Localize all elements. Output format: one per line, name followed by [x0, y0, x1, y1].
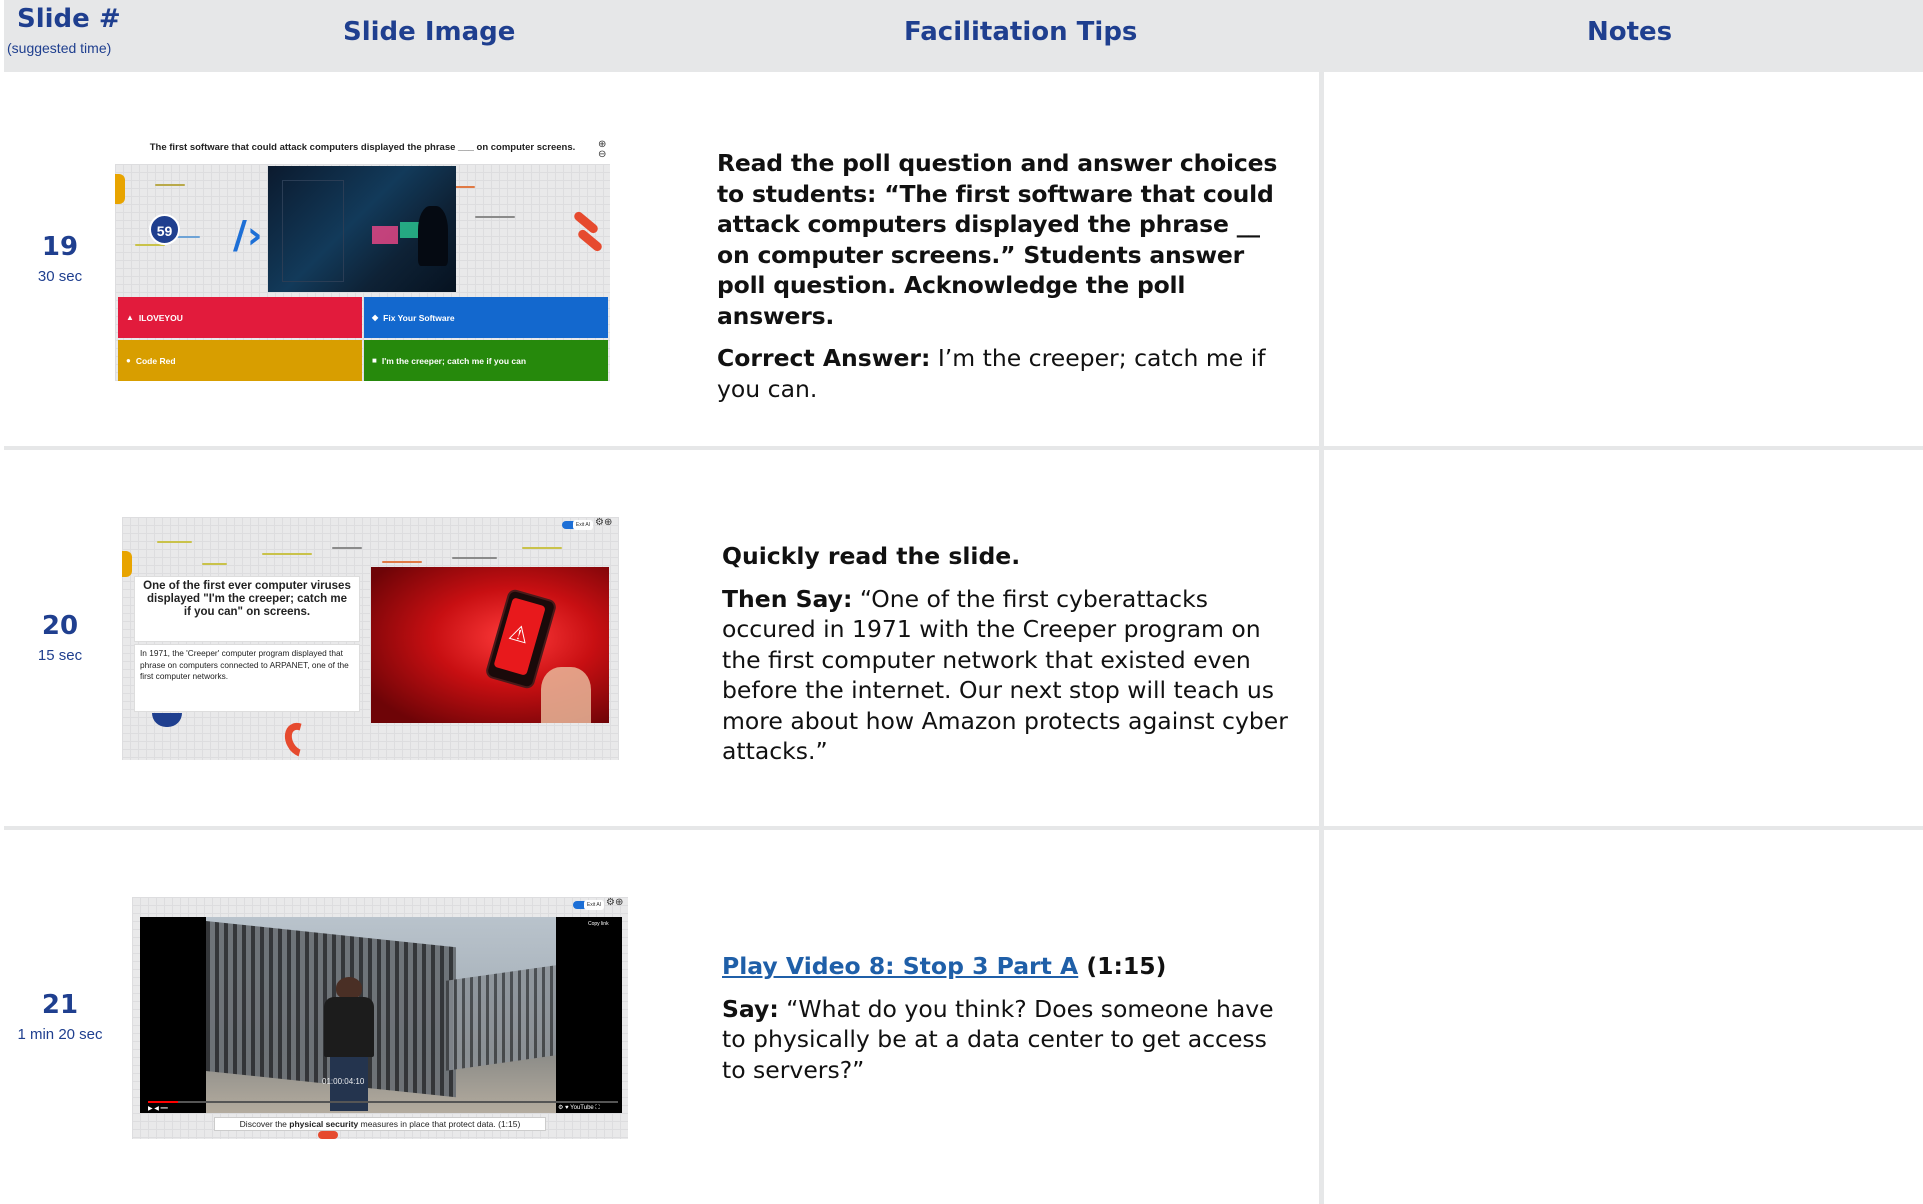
video-player[interactable]: 01:00:04:10 ▶ ◀ ━━ ⚙ ♥ YouTube ⛶ Copy li… — [140, 917, 622, 1113]
video-duration: (1:15) — [1078, 952, 1167, 980]
decorative-shape-icon — [570, 210, 604, 254]
brand-slash-icon: /› — [233, 213, 263, 257]
zoom-controls-icon: ⊕ ⊖ — [598, 139, 607, 160]
facilitation-tip: Quickly read the slide. Then Say: “One o… — [722, 541, 1292, 779]
facilitation-tip: Play Video 8: Stop 3 Part A (1:15) Say: … — [722, 951, 1292, 1097]
facilitation-tip: Read the poll question and answer choice… — [717, 148, 1287, 416]
col-slide-number-subheader: (suggested time) — [7, 40, 112, 56]
col-notes-header: Notes — [1587, 17, 1673, 47]
slide-thumbnail: Exit AI ⚙⊕ 01:00:04:10 ▶ ◀ ━━ ⚙ ♥ YouTub… — [132, 897, 628, 1139]
slide-number: 20 — [41, 611, 79, 641]
video-caption: Discover the physical security measures … — [214, 1117, 546, 1131]
slide-number: 21 — [41, 990, 79, 1020]
tip-text: “What do you think? Does someone have to… — [722, 994, 1274, 1084]
slide-number: 19 — [41, 232, 79, 262]
tip-say: Then Say: “One of the first cyberattacks… — [722, 584, 1292, 767]
tip-instructions: Quickly read the slide. — [722, 542, 1021, 570]
poll-slide: 59 /› ▲ ILOVEYOU ◆ Fix Your Software ● Code… — [115, 164, 610, 381]
col-slide-image-header: Slide Image — [343, 17, 516, 47]
tip-label: Say: — [722, 994, 779, 1023]
video-timecode: 01:00:04:10 — [322, 1077, 365, 1086]
slide-time: 1 min 20 sec — [17, 1026, 103, 1043]
exit-ai-label: Exit AI — [584, 900, 604, 910]
poll-option-4: ■ I'm the creeper; catch me if you can — [364, 340, 608, 381]
poll-option-3: ● Code Red — [118, 340, 362, 381]
slide-time: 30 sec — [37, 268, 83, 285]
col-slide-number-header: Slide # — [17, 4, 121, 34]
video-controls-icon[interactable]: ⚙ ♥ YouTube ⛶ — [558, 1104, 600, 1112]
phone-warning-image: ⚠ — [371, 567, 609, 723]
tip-say: Say: “What do you think? Does someone ha… — [722, 994, 1292, 1086]
play-video-link[interactable]: Play Video 8: Stop 3 Part A — [722, 952, 1078, 980]
poll-option-1: ▲ ILOVEYOU — [118, 297, 362, 338]
settings-zoom-icon[interactable]: ⚙⊕ — [595, 517, 612, 528]
poll-option-2: ◆ Fix Your Software — [364, 297, 608, 338]
col-facilitation-tips-header: Facilitation Tips — [904, 17, 1138, 47]
slide-thumbnail: Exit AI ⚙⊕ One of the first ever compute… — [122, 517, 619, 760]
countdown-timer: 59 — [149, 214, 180, 245]
poll-question: The first software that could attack com… — [149, 142, 576, 153]
slide-body: In 1971, the 'Creeper' computer program … — [134, 644, 360, 712]
tip-instructions: Read the poll question and answer choice… — [717, 149, 1278, 330]
tip-correct-answer: Correct Answer: I’m the creeper; catch m… — [717, 343, 1287, 404]
column-divider — [1319, 72, 1324, 1204]
exit-ai-label: Exit AI — [573, 520, 593, 530]
slide-time: 15 sec — [37, 647, 83, 664]
hacker-photo — [268, 166, 456, 292]
tip-label: Then Say: — [722, 584, 853, 613]
tip-label: Correct Answer: — [717, 344, 931, 372]
row-divider — [4, 826, 1923, 830]
video-play-icon[interactable]: ▶ ◀ ━━ — [148, 1105, 168, 1112]
slide-heading: One of the first ever computer viruses d… — [134, 576, 360, 642]
video-frame — [206, 917, 556, 1113]
row-divider — [4, 446, 1923, 450]
tip-video: Play Video 8: Stop 3 Part A (1:15) — [722, 951, 1292, 982]
copy-link[interactable]: Copy link — [588, 921, 609, 927]
settings-zoom-icon[interactable]: ⚙⊕ — [606, 897, 623, 908]
